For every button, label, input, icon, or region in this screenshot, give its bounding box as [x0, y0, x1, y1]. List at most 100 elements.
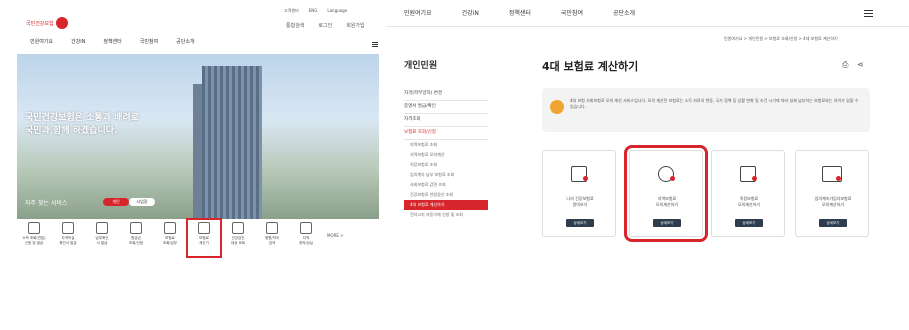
sidebar-item-active[interactable]: 보험료 조회/신청	[404, 127, 488, 140]
service-label: 보험료 조회/납부	[162, 236, 178, 245]
main-nav: 민원여기요 건강iN 정책센터 국민참여 공단소개	[30, 38, 195, 52]
card-label: 직장보험료 모의계산하기	[737, 196, 761, 207]
detail-button[interactable]: 상세보기	[653, 219, 681, 227]
badge-dot	[836, 176, 841, 181]
hero-title: 국민건강보험은 소통과 배려로 국민과 함께 하겠습니다.	[25, 112, 139, 138]
service-item[interactable]: 병원/약국 검색	[255, 219, 289, 257]
print-icon[interactable]: ⎙	[842, 60, 848, 69]
utility-link[interactable]: Language	[327, 8, 347, 14]
breadcrumb: 민원여기요 > 개인민원 > 보험료 조회/신청 > 4대 보험료 계산하기	[724, 36, 838, 41]
calculator-icon	[198, 222, 210, 234]
utility-link[interactable]: 고객센터	[284, 8, 299, 14]
service-bar: 소득 조회(연말) 신청 및 발급 자격득실 확인서 발급 납부확인 서 발급 …	[17, 218, 379, 258]
service-label: 소득 조회(연말) 신청 및 발급	[22, 236, 46, 245]
card-label: 임의계속가입자보험료 모의계산하기	[814, 196, 852, 207]
service-label: 보험료 계산기	[199, 236, 209, 245]
service-item[interactable]: 납부확인 서 발급	[85, 219, 119, 257]
nav-item[interactable]: 공단소개	[176, 38, 194, 52]
hero-title-line: 국민건강보험은 소통과 배려로	[25, 113, 139, 123]
utility-links: 고객센터 ENG Language	[284, 8, 347, 14]
nav-item[interactable]: 정책센터	[103, 38, 121, 52]
page-title: 4대 보험료 계산하기	[542, 60, 639, 73]
service-item[interactable]: 보험료 조회/납부	[153, 219, 187, 257]
signup-button[interactable]: 회원가입	[346, 22, 364, 29]
sidebar-item[interactable]: 자격(피부양자) 변경	[404, 88, 488, 101]
service-item[interactable]: 소득 조회(연말) 신청 및 발급	[17, 219, 51, 257]
menu-icon[interactable]	[864, 10, 873, 19]
sidebar-subitem[interactable]: 직장보험료 조회	[404, 160, 488, 170]
nav-item[interactable]: 국민참여	[561, 8, 583, 17]
calc-card[interactable]: 직장보험료 모의계산하기 상세보기	[711, 150, 785, 237]
sidebar-item[interactable]: 자격조회	[404, 114, 488, 127]
nav-item[interactable]: 민원여기요	[404, 8, 432, 17]
calc-card[interactable]: 임의계속가입자보험료 모의계산하기 상세보기	[795, 150, 869, 237]
detail-button[interactable]: 상세보기	[819, 219, 847, 227]
badge-dot	[583, 176, 588, 181]
main-nav: 민원여기요 건강iN 정책센터 국민참여 공단소개	[404, 8, 635, 17]
sidebar-item[interactable]: 증명서 발급/확인	[404, 101, 488, 114]
service-label: 자격득실 확인서 발급	[59, 236, 77, 245]
service-item[interactable]: 자격 취득/상실	[289, 219, 323, 257]
search-button[interactable]: 통합검색	[286, 22, 304, 29]
service-item[interactable]: 환급금 조회/신청	[119, 219, 153, 257]
service-label: 자격 취득/상실	[298, 236, 314, 245]
tab-personal[interactable]: 개인	[103, 198, 129, 206]
people-icon	[300, 222, 312, 234]
card-label: 지역보험료 모의계산하기	[655, 196, 679, 207]
nav-item[interactable]: 민원여기요	[30, 38, 53, 52]
detail-button[interactable]: 상세보기	[735, 219, 763, 227]
sidebar-subitem[interactable]: 지역보험료 조회	[404, 140, 488, 150]
service-label: 환급금 조회/신청	[128, 236, 144, 245]
person-icon	[232, 222, 244, 234]
document-icon	[28, 222, 40, 234]
left-screenshot: 국민건강보험 고객센터 ENG Language 통합검색 로그인 회원가입 민…	[0, 0, 386, 260]
sidebar-subitem[interactable]: 임의계속 납부 보험료 조회	[404, 170, 488, 180]
detail-button[interactable]: 상세보기	[566, 219, 594, 227]
search-doc-icon	[96, 222, 108, 234]
hospital-icon	[266, 222, 278, 234]
frequent-services-label: 자주 찾는 서비스	[25, 200, 68, 207]
nav-item[interactable]: 정책센터	[509, 8, 531, 17]
badge-dot	[752, 176, 757, 181]
utility-link[interactable]: ENG	[309, 8, 318, 14]
service-item[interactable]: 건강검진 대상 조회	[221, 219, 255, 257]
calc-card-regional[interactable]: 지역보험료 모의계산하기 상세보기	[624, 145, 708, 242]
sidebar-subitem[interactable]: 사회보험료 감면 조회	[404, 180, 488, 190]
service-label: 납부확인 서 발급	[95, 236, 109, 245]
sidebar-subitem[interactable]: 건강보험료 연말정산 조회	[404, 190, 488, 200]
service-label: 병원/약국 검색	[264, 236, 280, 245]
share-icon[interactable]: ⋖	[857, 60, 864, 69]
building-image	[202, 66, 262, 219]
sidebar-subitem[interactable]: 지역보험료 모의계산	[404, 150, 488, 160]
refund-icon	[130, 222, 142, 234]
card-label: 나의 건강보험료 알아보기	[566, 196, 594, 207]
calc-card[interactable]: 나의 건강보험료 알아보기 상세보기	[542, 150, 616, 237]
sidebar-subitem-active[interactable]: 4대 보험료 계산하기	[404, 200, 488, 210]
service-item-calculator[interactable]: 보험료 계산기	[186, 218, 222, 258]
notice-text: 4대 보험 사회보험료 모의 계산 서비스입니다. 모의 계산된 보험료는 소득…	[570, 98, 859, 109]
page-tools: ⎙ ⋖	[842, 60, 864, 70]
service-label: 건강검진 대상 조회	[231, 236, 245, 245]
notice-box: 4대 보험 사회보험료 모의 계산 서비스입니다. 모의 계산된 보험료는 소득…	[542, 88, 870, 132]
nav-item[interactable]: 건강iN	[71, 38, 85, 52]
nav-item[interactable]: 국민참여	[140, 38, 158, 52]
sidebar-title: 개인민원	[404, 61, 438, 71]
certificate-icon	[62, 222, 74, 234]
logo-text[interactable]: 국민건강보험	[26, 20, 54, 27]
right-screenshot: 민원여기요 건강iN 정책센터 국민참여 공단소개 민원여기요 > 개인민원 >…	[386, 0, 909, 260]
menu-icon[interactable]	[372, 42, 378, 47]
service-item[interactable]: 자격득실 확인서 발급	[51, 219, 85, 257]
login-button[interactable]: 로그인	[318, 22, 332, 29]
badge-dot	[670, 176, 675, 181]
nav-item[interactable]: 건강iN	[462, 8, 479, 17]
sidebar: 자격(피부양자) 변경 증명서 발급/확인 자격조회 보험료 조회/신청 지역보…	[404, 88, 488, 220]
nav-item[interactable]: 공단소개	[613, 8, 635, 17]
hero-title-line: 국민과 함께 하겠습니다.	[25, 126, 118, 136]
tab-business[interactable]: 사업장	[129, 198, 155, 206]
sidebar-subitem[interactable]: 전자고지 자동이체 신청 및 조회	[404, 210, 488, 220]
logo-icon[interactable]	[56, 17, 68, 29]
divider	[386, 26, 909, 27]
info-icon	[550, 100, 564, 114]
utility-actions: 통합검색 로그인 회원가입	[286, 22, 365, 29]
more-link[interactable]: MORE >	[327, 233, 344, 257]
